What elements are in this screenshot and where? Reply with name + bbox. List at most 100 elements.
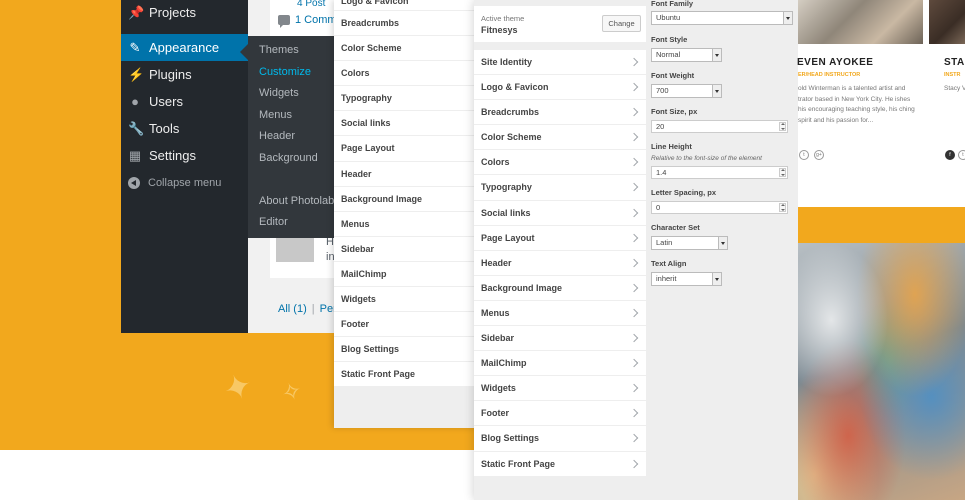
- section-typography[interactable]: Typography: [474, 175, 646, 201]
- section-logo-favicon[interactable]: Logo & Favicon: [474, 75, 646, 101]
- posts-count-link[interactable]: 4 Post: [297, 0, 325, 9]
- submenu-widgets[interactable]: Widgets: [248, 83, 338, 105]
- charset-select[interactable]: Latin: [651, 236, 728, 250]
- number-spinner-icon[interactable]: [779, 203, 786, 212]
- facebook-icon[interactable]: f: [945, 150, 955, 160]
- number-spinner-icon[interactable]: [779, 168, 786, 177]
- chevron-right-icon: [629, 107, 639, 117]
- font-size-input[interactable]: 20: [651, 120, 788, 133]
- chevron-right-icon: [629, 434, 639, 443]
- section-social-links[interactable]: Social links: [474, 200, 646, 226]
- typography-settings: Font Family Ubuntu Font Style Normal Fon…: [646, 0, 798, 500]
- wrench-icon: 🔧: [128, 120, 145, 136]
- trainer-photo: [798, 0, 923, 44]
- menu-item-tools[interactable]: 🔧 Tools: [121, 115, 248, 142]
- comments-count-link[interactable]: 1 Comm: [278, 14, 337, 28]
- back-item-sidebar[interactable]: Sidebar: [334, 237, 480, 262]
- submenu-editor[interactable]: Editor: [248, 212, 338, 234]
- section-label: Colors: [481, 157, 510, 168]
- font-style-select[interactable]: Normal: [651, 48, 722, 62]
- section-sidebar[interactable]: Sidebar: [474, 326, 646, 352]
- back-item-logo-favicon[interactable]: Logo & Favicon: [334, 0, 480, 11]
- section-page-layout[interactable]: Page Layout: [474, 225, 646, 251]
- section-color-scheme[interactable]: Color Scheme: [474, 125, 646, 151]
- back-item-colors[interactable]: Colors: [334, 61, 480, 87]
- chevron-right-icon: [629, 409, 639, 418]
- back-item-mailchimp[interactable]: MailChimp: [334, 262, 480, 288]
- submenu-about-theme[interactable]: About Photolab: [248, 191, 338, 213]
- submenu-customize[interactable]: Customize: [248, 62, 338, 84]
- active-theme-box: Active theme Fitnesys Change: [474, 6, 646, 42]
- submenu-background[interactable]: Background: [248, 148, 338, 170]
- pin-icon: 📌: [128, 4, 145, 20]
- font-style-value: Normal: [656, 50, 681, 59]
- back-item-breadcrumbs[interactable]: Breadcrumbs: [334, 11, 480, 37]
- menu-item-plugins[interactable]: ⚡ Plugins: [121, 61, 248, 88]
- chevron-right-icon: [629, 358, 639, 368]
- font-weight-value: 700: [656, 86, 669, 95]
- back-item-blog-settings[interactable]: Blog Settings: [334, 337, 480, 363]
- chevron-right-icon: [629, 383, 639, 393]
- section-breadcrumbs[interactable]: Breadcrumbs: [474, 100, 646, 126]
- back-item-header[interactable]: Header: [334, 162, 480, 187]
- text-align-select[interactable]: inherit: [651, 272, 722, 286]
- change-theme-button[interactable]: Change: [602, 15, 641, 32]
- submenu-header[interactable]: Header: [248, 126, 338, 148]
- twitter-icon[interactable]: t: [958, 150, 965, 160]
- back-item-background-image[interactable]: Background Image: [334, 187, 480, 212]
- back-item-typography[interactable]: Typography: [334, 86, 480, 112]
- trainer-bio: Stacy V bringin New Yo for self: [944, 85, 965, 92]
- section-header[interactable]: Header: [474, 250, 646, 276]
- chevron-right-icon: [629, 233, 639, 242]
- chevron-down-icon: [783, 12, 792, 24]
- filter-all-link[interactable]: All (1): [278, 303, 307, 315]
- google-plus-icon[interactable]: g+: [814, 150, 824, 160]
- section-footer[interactable]: Footer: [474, 401, 646, 427]
- back-item-footer[interactable]: Footer: [334, 312, 480, 338]
- twitter-icon[interactable]: t: [799, 150, 809, 160]
- section-mailchimp[interactable]: MailChimp: [474, 351, 646, 377]
- section-background-image[interactable]: Background Image: [474, 275, 646, 301]
- avatar: [276, 238, 314, 262]
- collapse-menu-label: Collapse menu: [148, 176, 222, 189]
- back-item-color-scheme[interactable]: Color Scheme: [334, 36, 480, 62]
- active-theme-name: Fitnesys: [481, 25, 518, 35]
- text-align-label: Text Align: [651, 259, 687, 268]
- menu-item-projects[interactable]: 📌 Projects: [121, 0, 248, 26]
- letter-spacing-label: Letter Spacing, px: [651, 188, 717, 197]
- number-spinner-icon[interactable]: [779, 122, 786, 131]
- submenu-menus[interactable]: Menus: [248, 105, 338, 127]
- letter-spacing-input[interactable]: 0: [651, 201, 788, 214]
- section-label: Static Front Page: [481, 458, 556, 469]
- chevron-right-icon: [629, 208, 639, 217]
- back-item-widgets[interactable]: Widgets: [334, 287, 480, 313]
- back-item-menus[interactable]: Menus: [334, 212, 480, 237]
- section-widgets[interactable]: Widgets: [474, 376, 646, 402]
- trainer-bio: old Winterman is a talented artist and t…: [798, 85, 915, 124]
- font-family-label: Font Family: [651, 0, 694, 8]
- section-static-front-page[interactable]: Static Front Page: [474, 451, 646, 477]
- section-site-identity[interactable]: Site Identity: [474, 50, 646, 76]
- font-weight-select[interactable]: 700: [651, 84, 722, 98]
- chevron-down-icon: [712, 85, 721, 97]
- chevron-right-icon: [629, 308, 639, 318]
- comments-count-text: 1 Comm: [295, 14, 337, 26]
- section-label: Widgets: [481, 383, 516, 394]
- chevron-right-icon: [629, 57, 639, 67]
- collapse-menu-button[interactable]: Collapse menu: [121, 169, 248, 196]
- back-item-page-layout[interactable]: Page Layout: [334, 136, 480, 162]
- section-blog-settings[interactable]: Blog Settings: [474, 426, 646, 452]
- section-colors[interactable]: Colors: [474, 150, 646, 176]
- back-item-social-links[interactable]: Social links: [334, 111, 480, 137]
- submenu-themes[interactable]: Themes: [248, 40, 338, 62]
- back-item-static-front-page[interactable]: Static Front Page: [334, 362, 480, 388]
- menu-item-appearance[interactable]: ✎ Appearance: [121, 34, 248, 61]
- chevron-right-icon: [629, 459, 639, 468]
- section-menus[interactable]: Menus: [474, 300, 646, 327]
- line-height-input[interactable]: 1.4: [651, 166, 788, 179]
- font-family-select[interactable]: Ubuntu: [651, 11, 793, 25]
- menu-item-users[interactable]: ● Users: [121, 88, 248, 115]
- section-label: Background Image: [481, 282, 563, 293]
- menu-item-settings[interactable]: ▦ Settings: [121, 142, 248, 169]
- chevron-right-icon: [629, 258, 639, 267]
